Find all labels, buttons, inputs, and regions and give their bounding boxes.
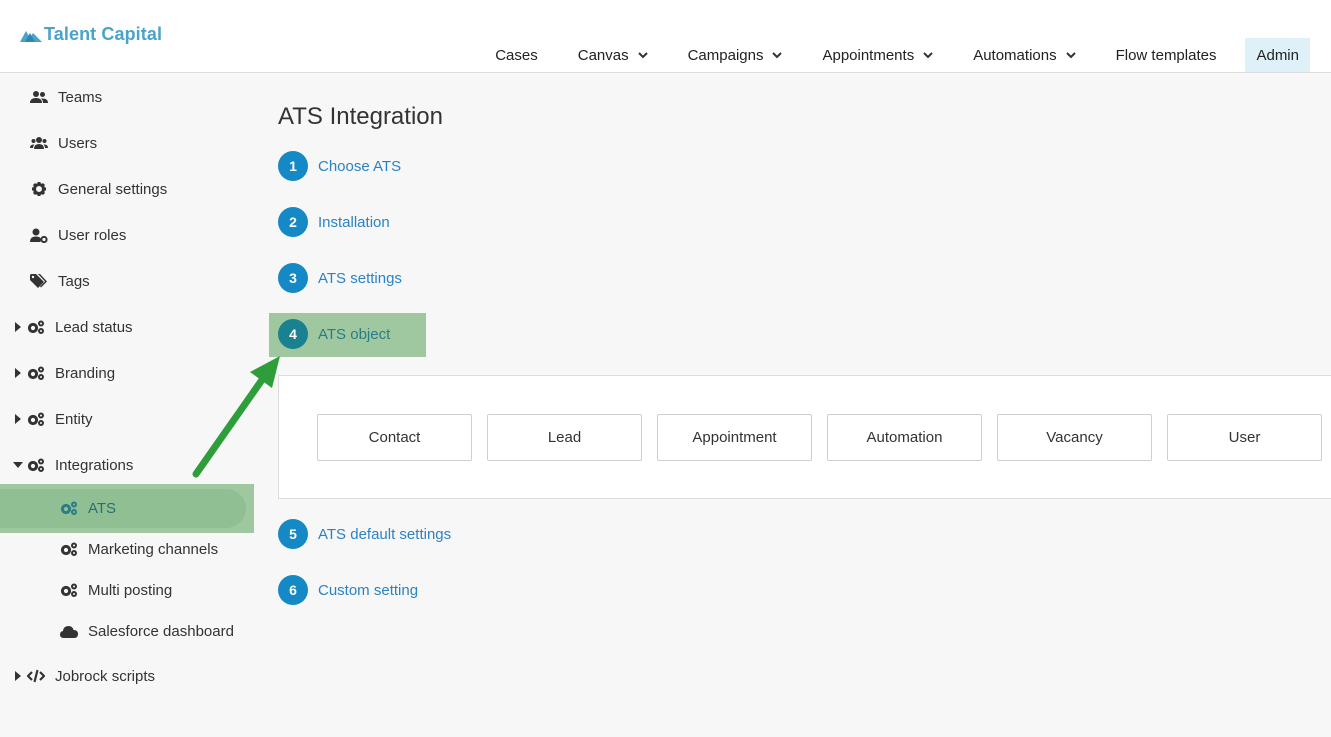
sidebar-item-users[interactable]: Users — [30, 131, 97, 155]
nav-appointments-label: Appointments — [822, 46, 915, 64]
sidebar-item-marketing-channels[interactable]: Marketing channels — [60, 537, 218, 561]
nav-automations[interactable]: Automations — [953, 38, 1095, 72]
chevron-down-icon — [1065, 51, 1076, 58]
step-number: 4 — [278, 319, 308, 349]
sidebar-item-entity[interactable]: Entity — [13, 407, 93, 431]
sidebar-item-label: Multi posting — [88, 581, 173, 599]
cogs-icon — [27, 411, 45, 427]
cogs-icon — [60, 541, 78, 557]
step-label: ATS default settings — [318, 525, 452, 543]
sidebar-item-multi-posting[interactable]: Multi posting — [60, 578, 172, 602]
object-appointment-button[interactable]: Appointment — [657, 414, 812, 461]
ats-active-pill — [0, 489, 246, 528]
nav-flow-templates-label: Flow templates — [1115, 46, 1217, 64]
brand-logo[interactable]: Talent Capital — [20, 24, 162, 45]
step-ats-default-settings[interactable]: 5 ATS default settings — [278, 519, 451, 549]
sidebar-item-lead-status[interactable]: Lead status — [13, 315, 133, 339]
sidebar-item-jobrock-scripts[interactable]: Jobrock scripts — [13, 664, 155, 688]
nav-automations-label: Automations — [973, 46, 1057, 64]
object-user-button[interactable]: User — [1167, 414, 1322, 461]
sidebar-item-tags[interactable]: Tags — [30, 269, 90, 293]
step-number: 1 — [278, 151, 308, 181]
object-contact-button[interactable]: Contact — [317, 414, 472, 461]
step-number: 2 — [278, 207, 308, 237]
cloud-icon — [60, 623, 78, 639]
brand-name: Talent Capital — [44, 24, 163, 44]
chevron-down-icon — [637, 51, 648, 58]
caret-right-icon[interactable] — [13, 322, 23, 332]
chevron-down-icon — [923, 51, 933, 58]
nav-campaigns[interactable]: Campaigns — [668, 38, 803, 72]
cogs-icon — [27, 457, 45, 473]
step-number: 5 — [278, 519, 308, 549]
cogs-icon — [27, 319, 45, 335]
sidebar-item-label: General settings — [58, 180, 168, 198]
code-icon — [27, 668, 45, 684]
sidebar-item-label: Integrations — [55, 456, 134, 474]
nav-flow-templates[interactable]: Flow templates — [1096, 38, 1237, 72]
nav-appointments[interactable]: Appointments — [802, 38, 953, 72]
cogs-icon — [27, 365, 45, 381]
sidebar-item-label: Marketing channels — [88, 540, 219, 558]
nav-admin-label: Admin — [1256, 46, 1299, 64]
sidebar-item-general-settings[interactable]: General settings — [30, 177, 167, 201]
nav-admin[interactable]: Admin — [1245, 38, 1310, 72]
caret-right-icon[interactable] — [13, 414, 23, 424]
admin-sidebar: Teams Users General settings User roles … — [0, 73, 255, 737]
step-choose-ats[interactable]: 1 Choose ATS — [278, 151, 401, 181]
sidebar-item-label: Lead status — [55, 318, 133, 336]
step-label: Installation — [318, 213, 390, 231]
nav-cases[interactable]: Cases — [475, 38, 558, 72]
sidebar-item-user-roles[interactable]: User roles — [30, 223, 126, 247]
caret-down-icon[interactable] — [13, 462, 23, 468]
step-label: ATS object — [318, 325, 391, 343]
nav-campaigns-label: Campaigns — [687, 46, 764, 64]
step-ats-settings[interactable]: 3 ATS settings — [278, 263, 402, 293]
main-nav: Cases Canvas Campaigns Appointments Auto… — [475, 38, 1310, 72]
tags-icon — [30, 273, 48, 289]
step-ats-object[interactable]: 4 ATS object — [278, 319, 390, 349]
sidebar-item-label: Tags — [58, 272, 90, 290]
sidebar-item-integrations[interactable]: Integrations — [13, 453, 133, 477]
cogs-icon — [60, 500, 78, 516]
sidebar-item-label: Users — [58, 134, 98, 152]
user-group-icon — [30, 135, 48, 151]
top-header: Talent Capital Cases Canvas Campaigns Ap… — [0, 0, 1331, 73]
chevron-down-icon — [772, 51, 783, 58]
caret-right-icon[interactable] — [13, 671, 23, 681]
nav-canvas[interactable]: Canvas — [558, 38, 668, 72]
sidebar-item-label: ATS — [88, 499, 117, 517]
step-number: 3 — [278, 263, 308, 293]
mountain-logo-icon — [20, 30, 42, 42]
gear-icon — [30, 181, 48, 197]
object-lead-button[interactable]: Lead — [487, 414, 642, 461]
object-vacancy-button[interactable]: Vacancy — [997, 414, 1152, 461]
users-icon — [30, 89, 48, 105]
sidebar-item-label: Branding — [55, 364, 116, 382]
sidebar-item-teams[interactable]: Teams — [30, 85, 102, 109]
step-custom-setting[interactable]: 6 Custom setting — [278, 575, 418, 605]
cogs-icon — [60, 582, 78, 598]
object-automation-button[interactable]: Automation — [827, 414, 982, 461]
step-label: Custom setting — [318, 581, 419, 599]
step-label: Choose ATS — [318, 157, 402, 175]
sidebar-item-label: Teams — [58, 88, 103, 106]
step-label: ATS settings — [318, 269, 402, 287]
nav-cases-label: Cases — [495, 46, 538, 64]
caret-right-icon[interactable] — [13, 368, 23, 378]
sidebar-item-branding[interactable]: Branding — [13, 361, 115, 385]
step-number: 6 — [278, 575, 308, 605]
sidebar-item-ats[interactable]: ATS — [60, 496, 116, 520]
sidebar-item-label: Entity — [55, 410, 93, 428]
user-cog-icon — [30, 227, 48, 243]
page-title: ATS Integration — [278, 103, 443, 130]
sidebar-item-label: Salesforce dashboard — [88, 622, 234, 640]
sidebar-item-label: User roles — [58, 226, 127, 244]
nav-canvas-label: Canvas — [577, 46, 629, 64]
sidebar-item-salesforce-dashboard[interactable]: Salesforce dashboard — [60, 619, 234, 643]
step-installation[interactable]: 2 Installation — [278, 207, 390, 237]
sidebar-item-label: Jobrock scripts — [55, 667, 156, 685]
